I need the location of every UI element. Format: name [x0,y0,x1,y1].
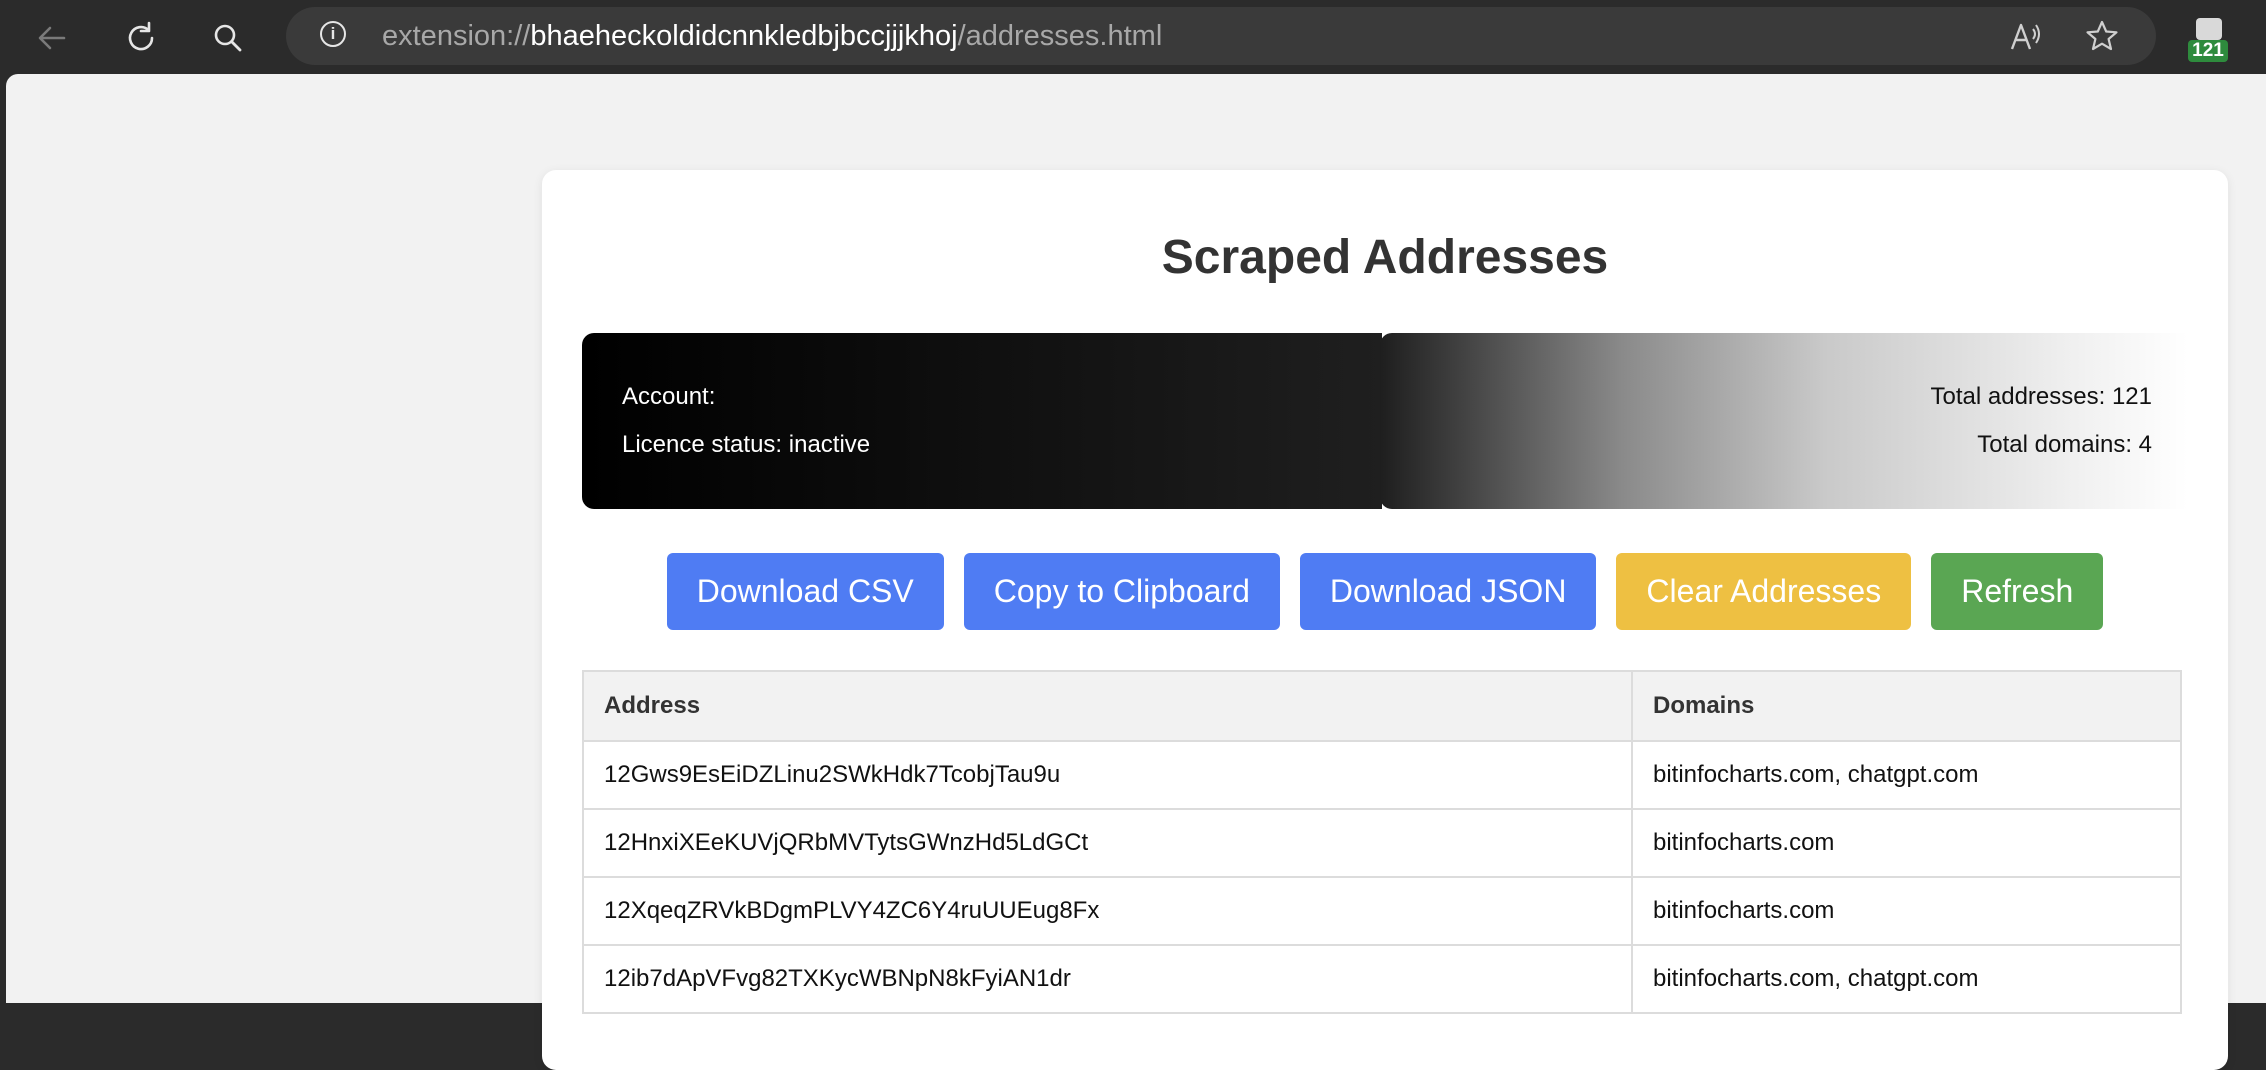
browser-toolbar: i extension://bhaeheckoldidcnnkledbjbccj… [0,0,2266,74]
url-text[interactable]: extension://bhaeheckoldidcnnkledbjbccjjj… [382,7,1162,65]
reload-icon[interactable] [115,12,167,64]
total-domains: Total domains: 4 [1977,431,2152,458]
extension-logo [2196,18,2222,40]
read-aloud-icon[interactable] [2008,19,2044,55]
clear-addresses-button[interactable]: Clear Addresses [1616,553,1912,630]
page-title: Scraped Addresses [1161,231,1609,284]
extension-icon[interactable]: 121 [2188,16,2228,64]
star-icon[interactable] [2084,19,2120,55]
domains-cell: bitinfocharts.com [1631,808,2182,878]
search-icon[interactable] [202,12,254,64]
domains-cell: bitinfocharts.com [1631,876,2182,946]
account-label: Account: [622,383,716,410]
addresses-table: Address Domains 12Gws9EsEiDZLinu2SWkHdk7… [582,670,2182,1014]
table-row: 12XqeqZRVkBDgmPLVY4ZC6Y4ruUUEug8Fx bitin… [582,876,2182,946]
refresh-button[interactable]: Refresh [1931,553,2104,630]
url-path: /addresses.html [957,20,1163,52]
stats-panel: Total addresses: 121 Total domains: 4 [1380,333,2188,509]
address-cell: 12HnxiXEeKUVjQRbMVTytsGWnzHd5LdGCt [582,808,1633,878]
licence-status: Licence status: inactive [622,431,871,458]
extension-badge: 121 [2188,40,2228,62]
url-scheme: extension:// [382,20,531,52]
column-header-address: Address [582,670,1633,742]
download-json-button[interactable]: Download JSON [1299,553,1597,630]
address-cell: 12Gws9EsEiDZLinu2SWkHdk7TcobjTau9u [582,740,1633,810]
url-host: bhaeheckoldidcnnkledbjbccjjjkhoj [530,20,958,52]
back-arrow-icon[interactable] [26,12,78,64]
table-header-row: Address Domains [582,670,2182,742]
download-csv-button[interactable]: Download CSV [666,553,944,630]
total-addresses: Total addresses: 121 [1930,383,2152,410]
table-row: 12Gws9EsEiDZLinu2SWkHdk7TcobjTau9u bitin… [582,740,2182,810]
domains-cell: bitinfocharts.com, chatgpt.com [1631,740,2182,810]
info-icon[interactable]: i [320,21,346,47]
address-bar[interactable]: i extension://bhaeheckoldidcnnkledbjbccj… [286,7,2156,65]
column-header-domains: Domains [1631,670,2182,742]
table-row: 12HnxiXEeKUVjQRbMVTytsGWnzHd5LdGCt bitin… [582,808,2182,878]
address-cell: 12XqeqZRVkBDgmPLVY4ZC6Y4ruUUEug8Fx [582,876,1633,946]
action-buttons: Download CSV Copy to Clipboard Download … [542,553,2228,630]
copy-to-clipboard-button[interactable]: Copy to Clipboard [963,553,1280,630]
account-panel: Account: Licence status: inactive [582,333,1382,509]
page-viewport: Scraped Addresses Account: Licence statu… [6,74,2266,1070]
addresses-card: Scraped Addresses Account: Licence statu… [542,170,2228,1070]
